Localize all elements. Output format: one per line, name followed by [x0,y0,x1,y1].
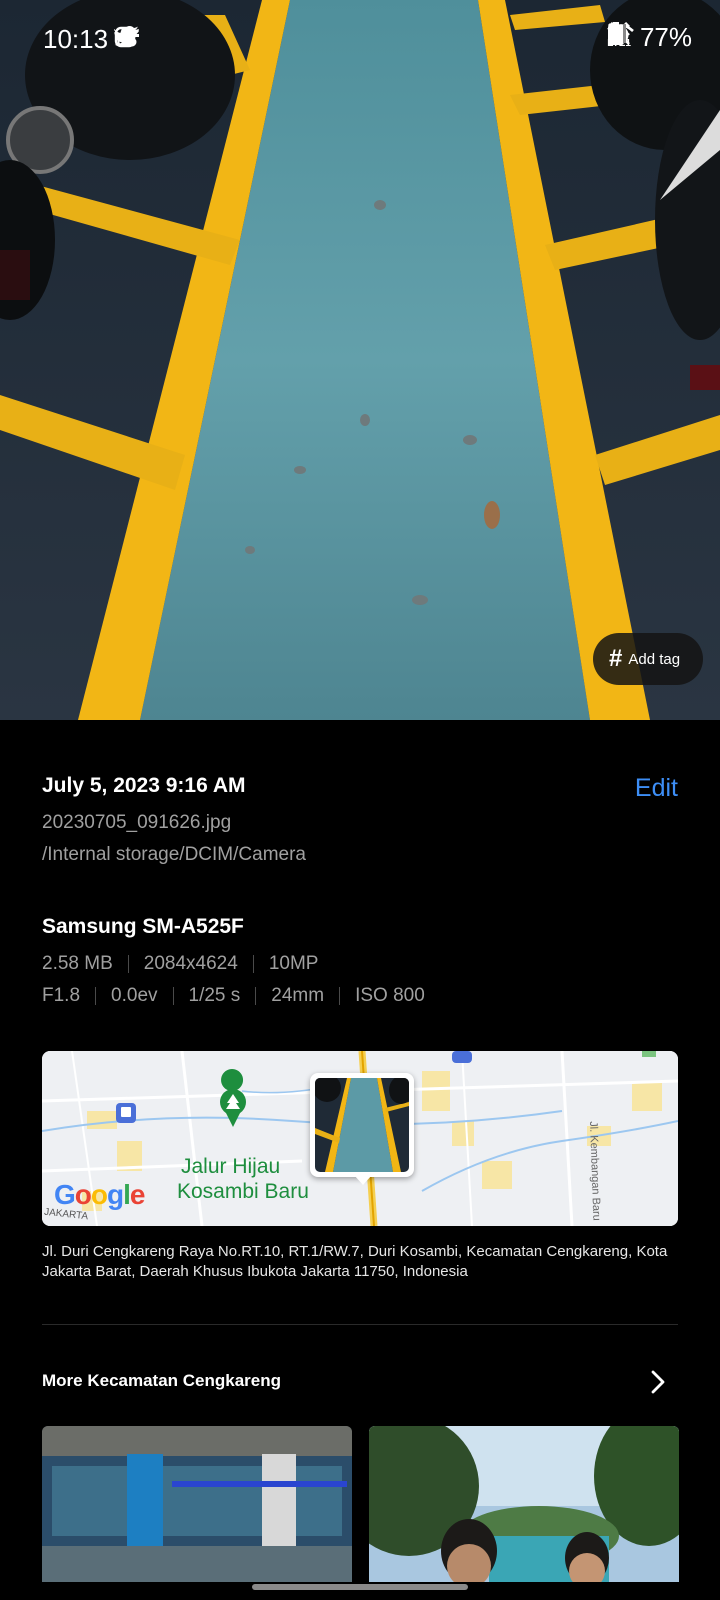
file-size: 2.58 MB [42,953,113,974]
add-tag-label: Add tag [628,650,681,668]
file-name: 20230705_091626.jpg [42,812,232,833]
map-place-line1: Jalur Hijau [181,1155,281,1178]
map-photo-marker[interactable] [310,1073,414,1185]
related-photo-1[interactable] [42,1426,352,1582]
parking-floor-photo [0,0,720,720]
home-indicator[interactable] [252,1584,468,1590]
spec-separator [339,987,341,1005]
status-bar: 10:13 77% [0,0,720,80]
selfie-photo [369,1426,679,1582]
related-photo-2[interactable] [369,1426,679,1582]
file-path: /Internal storage/DCIM/Camera [42,844,306,865]
spec-separator [172,987,174,1005]
map-place-line2: Kosambi Baru [177,1180,309,1203]
spec-separator [95,987,97,1005]
dot-icon [116,35,122,41]
map-place-label: Jalur Hijau Kosambi Baru [177,1154,309,1204]
exposure: 0.0ev [111,985,158,1006]
more-location-title[interactable]: More Kecamatan Cengkareng [42,1371,281,1391]
system-icons: Vo)) LTE1 77% [607,22,692,53]
location-map[interactable]: Jl. Kembangan Baru Jalur Hijau Kosambi B… [42,1051,678,1226]
iso: ISO 800 [355,985,425,1006]
station-photo [42,1426,352,1582]
google-logo: Google [54,1179,145,1210]
chevron-right-icon[interactable] [648,1369,668,1395]
address-text: Jl. Duri Cengkareng Raya No.RT.10, RT.1/… [42,1243,668,1280]
map-photo-thumbnail [315,1078,409,1172]
focal-length: 24mm [271,985,325,1006]
add-tag-button[interactable]: # Add tag [593,633,703,685]
thumbnail-image [315,1078,409,1172]
spec-separator [255,987,257,1005]
edit-button[interactable]: Edit [635,774,678,803]
shutter-speed: 1/25 s [188,985,241,1006]
section-divider [42,1324,678,1325]
device-name: Samsung SM-A525F [42,915,244,938]
battery-percent: 77% [639,22,692,52]
resolution: 2084x4624 [143,953,238,974]
battery-icon [608,23,621,45]
marker-pointer [354,1175,372,1185]
spec-separator [127,955,129,973]
photo-date: July 5, 2023 9:16 AM [42,774,246,797]
aperture: F1.8 [42,985,81,1006]
spec-separator [252,955,254,973]
camera-specs: F1.8 0.0ev 1/25 s 24mm ISO 800 [42,985,425,1007]
photo-viewer[interactable]: 10:13 77% # Add tag [0,0,720,720]
file-specs: 2.58 MB 2084x4624 10MP [42,953,318,975]
hash-icon: # [609,645,623,672]
status-time: 10:13 [43,24,109,54]
megapixels: 10MP [268,953,319,974]
